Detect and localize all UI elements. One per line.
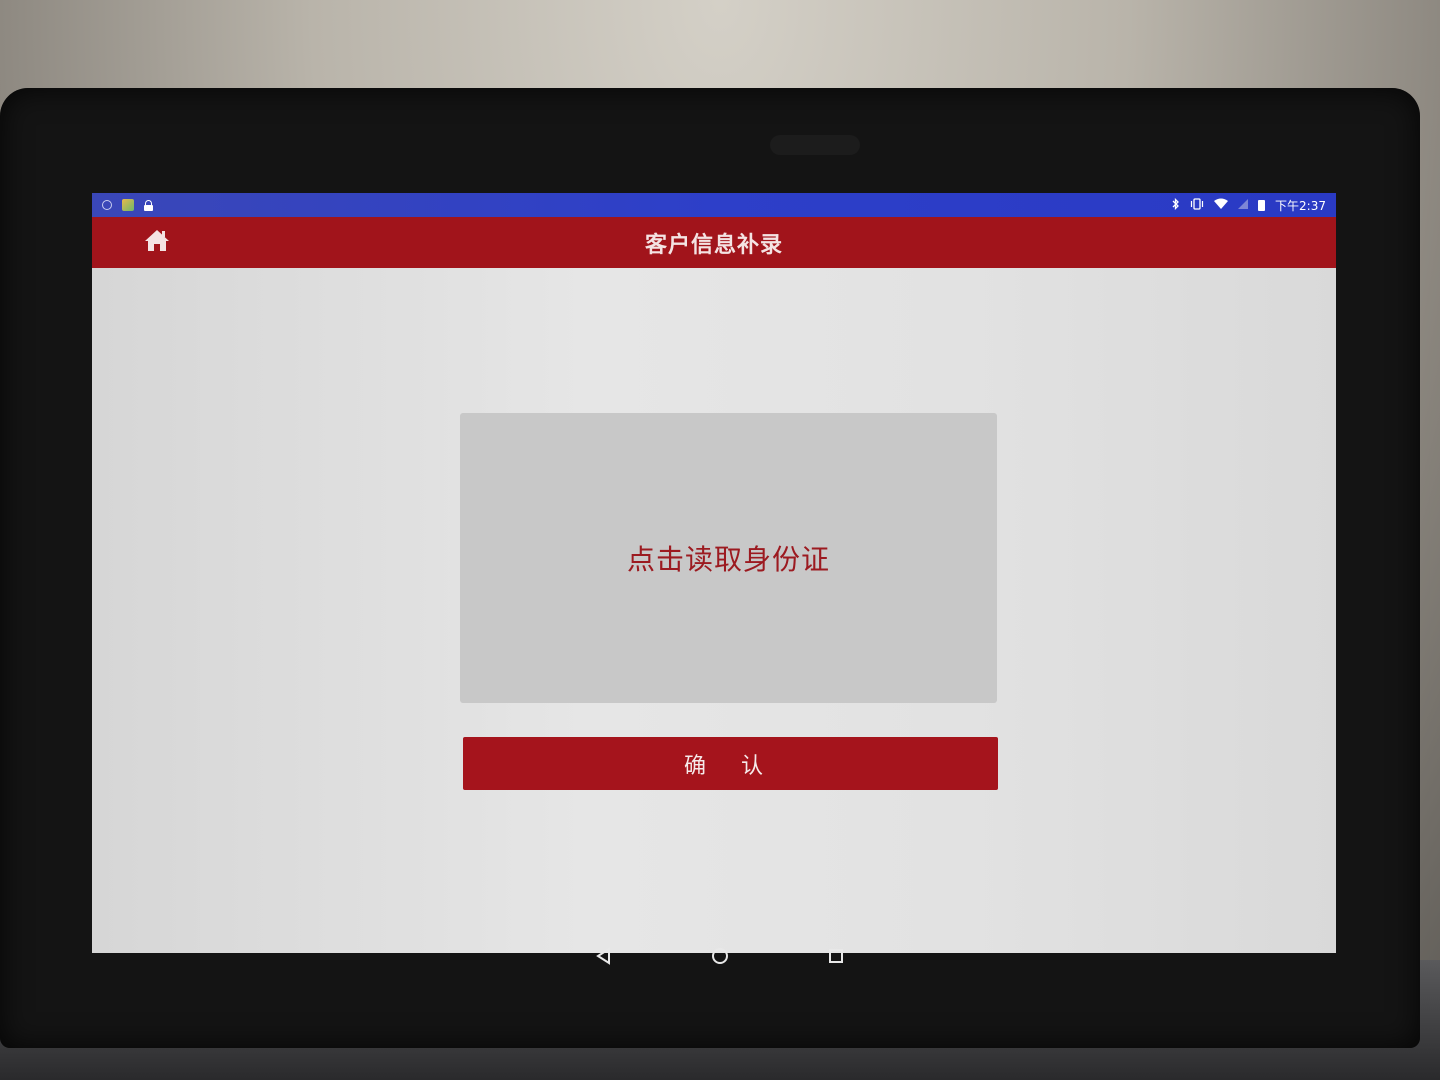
app-notification-icon — [122, 199, 134, 211]
home-button[interactable] — [142, 228, 172, 256]
main-content: 点击读取身份证 确 认 — [92, 268, 1336, 953]
wifi-icon — [1214, 198, 1229, 212]
nav-home-button[interactable] — [706, 944, 734, 972]
status-time: 下午2:37 — [1275, 198, 1326, 213]
front-camera — [770, 135, 860, 155]
status-left-icons — [102, 199, 153, 211]
app-bar: 客户信息补录 — [92, 217, 1336, 268]
bluetooth-icon — [1172, 197, 1180, 212]
back-triangle-icon — [595, 947, 613, 969]
recents-square-icon — [828, 948, 844, 968]
read-id-card-panel[interactable]: 点击读取身份证 — [460, 413, 997, 703]
read-id-card-label: 点击读取身份证 — [626, 543, 830, 576]
nav-recents-button[interactable] — [822, 944, 850, 972]
home-icon — [144, 228, 170, 256]
home-circle-icon — [711, 947, 729, 969]
vibrate-icon — [1190, 198, 1204, 212]
no-signal-icon — [1238, 198, 1249, 212]
status-bar: 下午2:37 — [92, 193, 1336, 217]
status-right-icons: 下午2:37 — [1172, 197, 1326, 214]
battery-icon — [1258, 199, 1266, 211]
confirm-button[interactable]: 确 认 — [463, 737, 998, 790]
lock-icon — [144, 200, 153, 211]
page-title: 客户信息补录 — [644, 232, 783, 258]
android-nav-bar — [100, 940, 1340, 976]
notification-icon — [102, 200, 112, 210]
tablet-screen: 下午2:37 客户信息补录 点击读取身份证 确 认 — [92, 193, 1336, 953]
nav-back-button[interactable] — [590, 944, 618, 972]
